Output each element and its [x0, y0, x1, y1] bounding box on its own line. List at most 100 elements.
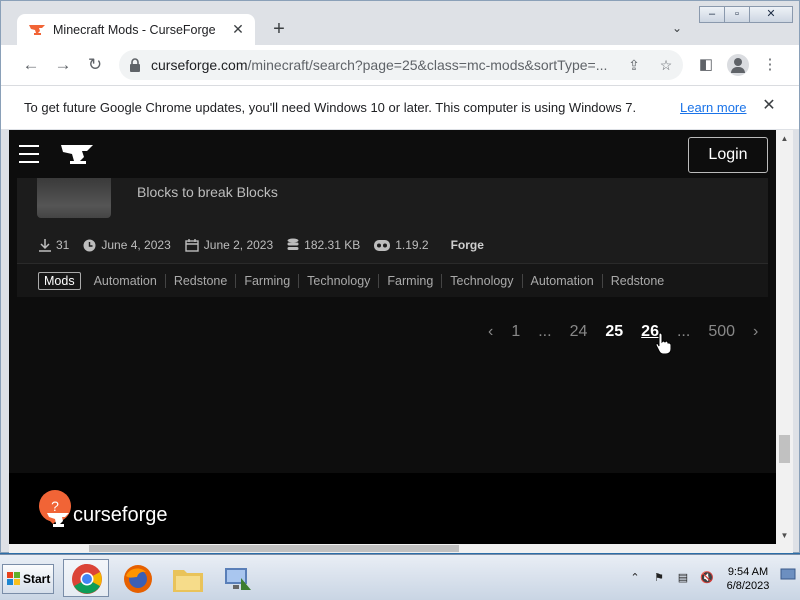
- forward-arrow-icon[interactable]: →: [51, 53, 75, 77]
- stat-game-version: 1.19.2: [374, 238, 429, 252]
- page-link-1[interactable]: 1: [502, 323, 529, 341]
- updated-value: June 4, 2023: [101, 238, 171, 252]
- browser-window: Minecraft Mods - CurseForge ✕ + ⌄ – ▫ ✕ …: [0, 0, 800, 553]
- restore-button[interactable]: ▫: [724, 6, 750, 23]
- database-icon: [287, 238, 299, 250]
- taskbar-network-app[interactable]: [214, 559, 260, 597]
- infobar-close-icon[interactable]: ✕: [760, 97, 778, 115]
- network-icon[interactable]: ▤: [674, 569, 692, 587]
- network-monitor-icon: [225, 568, 251, 590]
- downloads-value: 31: [56, 238, 70, 252]
- window-controls: – ▫ ✕: [699, 6, 793, 24]
- tag-item[interactable]: Redstone: [601, 273, 673, 288]
- tag-item[interactable]: Redstone: [164, 273, 236, 288]
- system-tray: ⌃ ⚑ ▤ 🔇: [626, 563, 722, 593]
- download-icon: [39, 238, 51, 252]
- taskbar-chrome[interactable]: [63, 559, 109, 597]
- tag-item[interactable]: Farming: [235, 273, 298, 288]
- address-bar[interactable]: curseforge.com/minecraft/search?page=25&…: [119, 50, 683, 80]
- stat-updated: June 4, 2023: [83, 238, 171, 252]
- page-link-24[interactable]: 24: [561, 323, 597, 341]
- size-value: 182.31 KB: [304, 238, 361, 252]
- tag-item[interactable]: Technology: [441, 273, 521, 288]
- taskbar-explorer[interactable]: [164, 559, 210, 597]
- vertical-scrollbar[interactable]: ▲ ▼: [776, 130, 793, 544]
- browser-toolbar: ← → ↻ curseforge.com/minecraft/search?pa…: [1, 45, 799, 85]
- profile-avatar-icon[interactable]: [727, 54, 749, 76]
- show-hidden-icons-chevron-up-icon[interactable]: ⌃: [626, 569, 644, 587]
- pagination-next-chevron-icon[interactable]: ›: [744, 323, 767, 341]
- new-tab-button[interactable]: +: [267, 18, 291, 42]
- hand-cursor-icon: [655, 332, 671, 354]
- login-button[interactable]: Login: [688, 137, 768, 173]
- mod-card[interactable]: Blocks to break Blocks 31 June 4, 2023 J…: [17, 178, 768, 297]
- curseforge-logo-icon[interactable]: [61, 143, 93, 165]
- site-header: Login: [9, 130, 776, 178]
- horizontal-scroll-thumb[interactable]: [89, 545, 459, 552]
- chrome-icon: [72, 564, 102, 594]
- minimize-button[interactable]: –: [699, 6, 725, 23]
- url-host: curseforge.com: [151, 57, 248, 73]
- stat-downloads: 31: [39, 238, 69, 252]
- share-icon[interactable]: ⇪: [625, 56, 643, 74]
- firefox-icon: [124, 565, 152, 593]
- stat-size: 182.31 KB: [287, 238, 360, 252]
- learn-more-link[interactable]: Learn more: [680, 100, 746, 115]
- url-path: /minecraft/search?page=25&class=mc-mods&…: [247, 57, 608, 73]
- page-link-500[interactable]: 500: [699, 323, 744, 341]
- action-center-flag-icon[interactable]: ⚑: [650, 569, 668, 587]
- start-label: Start: [23, 572, 51, 586]
- stat-created: June 2, 2023: [185, 238, 273, 252]
- reload-icon[interactable]: ↻: [83, 53, 107, 77]
- page-ellipsis: ...: [676, 323, 691, 340]
- scroll-down-icon[interactable]: ▼: [776, 527, 793, 544]
- lock-icon: [130, 58, 140, 72]
- clock-date: 6/8/2023: [726, 580, 770, 592]
- folder-icon: [173, 570, 203, 592]
- hamburger-menu-icon[interactable]: [19, 145, 39, 163]
- footer-brand[interactable]: curseforge: [73, 504, 168, 527]
- tag-item[interactable]: Mods: [38, 271, 81, 290]
- side-panel-icon[interactable]: ◧: [695, 54, 717, 76]
- gamepad-icon: [374, 239, 391, 251]
- mod-thumbnail[interactable]: [37, 178, 111, 218]
- tab-strip: Minecraft Mods - CurseForge ✕ + ⌄ – ▫ ✕: [1, 1, 799, 45]
- update-infobar: To get future Google Chrome updates, you…: [1, 85, 799, 129]
- web-page: Login Blocks to break Blocks 31 June 4, …: [9, 130, 776, 544]
- back-arrow-icon[interactable]: ←: [19, 53, 43, 77]
- show-desktop-icon[interactable]: [780, 567, 796, 583]
- menu-kebab-icon[interactable]: ⋮: [759, 54, 781, 76]
- tag-item[interactable]: Technology: [298, 273, 378, 288]
- scroll-up-icon[interactable]: ▲: [776, 130, 793, 147]
- page-ellipsis: ...: [538, 323, 552, 340]
- tag-item[interactable]: Automation: [86, 274, 165, 288]
- taskbar-clock[interactable]: 9:54 AM 6/8/2023: [718, 565, 778, 593]
- close-window-button[interactable]: ✕: [749, 6, 793, 23]
- scroll-thumb[interactable]: [779, 435, 790, 463]
- calendar-icon: [185, 238, 199, 252]
- pagination-prev-chevron-icon[interactable]: ‹: [479, 323, 502, 341]
- volume-muted-icon[interactable]: 🔇: [698, 569, 716, 587]
- url-text: curseforge.com/minecraft/search?page=25&…: [151, 57, 611, 73]
- curseforge-favicon-icon: [29, 25, 45, 35]
- game-version-value: 1.19.2: [395, 238, 429, 252]
- tab-curseforge[interactable]: Minecraft Mods - CurseForge ✕: [17, 14, 255, 45]
- mod-description: Blocks to break Blocks: [137, 184, 278, 200]
- site-footer: ? curseforge: [9, 473, 776, 544]
- start-button[interactable]: Start: [2, 564, 54, 594]
- bookmark-star-icon[interactable]: ☆: [657, 56, 675, 74]
- horizontal-scrollbar[interactable]: [9, 544, 793, 553]
- taskbar-firefox[interactable]: [114, 559, 160, 597]
- page-current-25: 25: [605, 323, 624, 340]
- tab-title: Minecraft Mods - CurseForge: [53, 23, 216, 37]
- windows-flag-icon: [7, 572, 20, 585]
- tag-item[interactable]: Automation: [521, 273, 602, 288]
- infobar-message: To get future Google Chrome updates, you…: [24, 100, 637, 115]
- tab-search-chevron-down-icon[interactable]: ⌄: [667, 21, 687, 41]
- tag-item[interactable]: Farming: [378, 273, 441, 288]
- tab-close-icon[interactable]: ✕: [229, 20, 247, 38]
- clock-icon: [83, 239, 96, 251]
- curseforge-footer-logo-icon: [47, 513, 69, 527]
- windows-taskbar: Start ⌃ ⚑ ▤ 🔇 9:54 AM 6/8/2023: [0, 554, 800, 600]
- tags-row: Mods Automation Redstone Farming Technol…: [17, 263, 768, 297]
